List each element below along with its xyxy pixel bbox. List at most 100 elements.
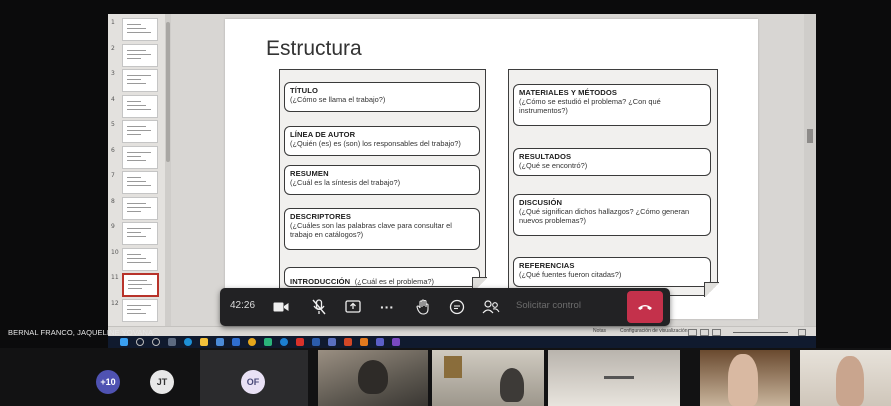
participant-initials: JT: [156, 377, 168, 387]
windows-taskbar: [108, 336, 816, 348]
participant-avatar-of: OF: [241, 370, 265, 394]
participants-icon[interactable]: [478, 294, 504, 320]
presenter-name: BERNAL FRANCO, JAQUELINE YOVANA: [8, 328, 154, 337]
thumbnail-number: 4: [111, 95, 115, 103]
video-camera-icon[interactable]: [268, 294, 294, 320]
start-icon[interactable]: [120, 338, 128, 346]
acrobat-icon[interactable]: [296, 338, 304, 346]
thumbnail-number: 8: [111, 197, 115, 205]
card-resultados: RESULTADOS (¿Qué se encontró?): [513, 148, 711, 176]
person-silhouette: [358, 360, 388, 394]
participant-video-3[interactable]: [548, 350, 680, 406]
slide-thumbnail[interactable]: [122, 247, 158, 271]
meeting-toolbar: 42:26 ··· Solicitar control: [220, 288, 670, 326]
request-control-button[interactable]: Solicitar control: [516, 300, 581, 311]
card-referencias: REFERENCIAS (¿Qué fuentes fueron citadas…: [513, 257, 711, 287]
display-settings-button[interactable]: Configuración de visualización: [620, 328, 688, 334]
call-timer: 42:26: [230, 300, 256, 311]
onedrive-icon[interactable]: [280, 338, 288, 346]
thumbnail-number: 2: [111, 44, 115, 52]
search-icon[interactable]: [136, 338, 144, 346]
card-question: (¿Cuáles son las palabras clave para con…: [290, 221, 452, 239]
chrome-icon[interactable]: [248, 338, 256, 346]
slide-thumbnail-panel[interactable]: 1 2 3 4 5 6 7 8 9 10 11 12: [108, 14, 166, 340]
thumbnail-number: 6: [111, 146, 115, 154]
card-materiales-y-metodos: MATERIALES Y MÉTODOS (¿Cómo se estudió e…: [513, 84, 711, 126]
hang-up-button[interactable]: [627, 291, 663, 323]
card-question: (¿Quién (es) es (son) los responsables d…: [290, 139, 461, 148]
app-icon[interactable]: [392, 338, 400, 346]
right-structure-panel: MATERIALES Y MÉTODOS (¿Cómo se estudió e…: [508, 69, 719, 297]
widgets-icon[interactable]: [168, 338, 176, 346]
app-icon[interactable]: [264, 338, 272, 346]
card-linea-de-autor: LÍNEA DE AUTOR (¿Quién (es) es (son) los…: [284, 126, 480, 156]
app-icon[interactable]: [328, 338, 336, 346]
more-icon[interactable]: ···: [374, 294, 400, 320]
slide-thumbnail[interactable]: [122, 94, 158, 118]
card-heading: RESUMEN: [290, 169, 329, 178]
slide-thumbnail[interactable]: [122, 120, 158, 143]
card-heading: REFERENCIAS: [519, 261, 575, 270]
slide-scrollbar[interactable]: [804, 14, 816, 340]
slide-sorter-icon[interactable]: [700, 329, 709, 336]
participant-initials: OF: [246, 377, 260, 387]
person-silhouette: [500, 368, 524, 402]
explorer-icon[interactable]: [200, 338, 208, 346]
app-icon[interactable]: [360, 338, 368, 346]
overflow-participants-badge[interactable]: +10: [96, 370, 120, 394]
thumbnail-scrollbar[interactable]: [165, 14, 171, 340]
task-view-icon[interactable]: [152, 338, 160, 346]
participant-tile-of[interactable]: OF: [200, 350, 308, 406]
word-icon[interactable]: [312, 338, 320, 346]
card-heading: DISCUSIÓN: [519, 198, 563, 207]
share-screen-icon[interactable]: [340, 294, 366, 320]
card-question: (¿Cómo se estudió el problema? ¿Con qué …: [519, 97, 661, 115]
participant-video-2[interactable]: [432, 350, 544, 406]
normal-view-icon[interactable]: [688, 329, 697, 336]
slide-thumbnail[interactable]: [122, 171, 158, 194]
notes-button[interactable]: Notas: [593, 328, 606, 334]
card-heading: TÍTULO: [290, 86, 319, 95]
wall-picture: [444, 356, 462, 378]
participant-video-4[interactable]: [700, 350, 790, 406]
slide-thumbnail[interactable]: [122, 196, 158, 220]
person-silhouette: [728, 354, 758, 406]
thumbnail-number: 11: [111, 274, 119, 281]
slide-thumbnail[interactable]: [122, 69, 158, 92]
participant-video-5[interactable]: [800, 350, 891, 406]
card-heading: DESCRIPTORES: [290, 212, 351, 221]
card-descriptores: DESCRIPTORES (¿Cuáles son las palabras c…: [284, 208, 480, 250]
card-question: (¿Cuál es el problema?): [354, 277, 434, 286]
powerpoint-icon[interactable]: [344, 338, 352, 346]
card-heading: LÍNEA DE AUTOR: [290, 130, 356, 139]
edge-icon[interactable]: [184, 338, 192, 346]
slide-thumbnail[interactable]: [122, 222, 158, 245]
teams-icon[interactable]: [376, 338, 384, 346]
thumbnail-number: 7: [111, 172, 115, 179]
card-introduccion: INTRODUCCIÓN (¿Cuál es el problema?): [284, 267, 480, 287]
slide-title: Estructura: [266, 37, 362, 60]
fit-slide-icon[interactable]: [798, 329, 806, 336]
card-heading: INTRODUCCIÓN: [290, 277, 351, 286]
slide-thumbnail[interactable]: [122, 18, 158, 41]
card-question: (¿Qué se encontró?): [519, 161, 588, 170]
mic-off-icon[interactable]: [306, 294, 332, 320]
card-heading: RESULTADOS: [519, 152, 572, 161]
raise-hand-icon[interactable]: [410, 294, 436, 320]
card-question: (¿Cómo se llama el trabajo?): [290, 95, 386, 104]
card-heading: MATERIALES Y MÉTODOS: [519, 88, 618, 97]
slide-thumbnail[interactable]: [122, 145, 158, 169]
slide-canvas: Estructura TÍTULO (¿Cómo se llama el tra…: [225, 19, 758, 319]
slide-thumbnail[interactable]: [122, 298, 158, 322]
thumbnail-number: 5: [111, 121, 115, 128]
slide-thumbnail[interactable]: [122, 43, 158, 67]
reading-view-icon[interactable]: [712, 329, 721, 336]
card-discusion: DISCUSIÓN (¿Qué significan dichos hallaz…: [513, 194, 711, 236]
store-icon[interactable]: [216, 338, 224, 346]
participant-video-1[interactable]: [318, 350, 428, 406]
participant-avatar-jt[interactable]: JT: [150, 370, 174, 394]
zoom-slider[interactable]: [733, 332, 788, 333]
mail-icon[interactable]: [232, 338, 240, 346]
chat-icon[interactable]: [444, 294, 470, 320]
slide-thumbnail[interactable]: [122, 273, 159, 297]
